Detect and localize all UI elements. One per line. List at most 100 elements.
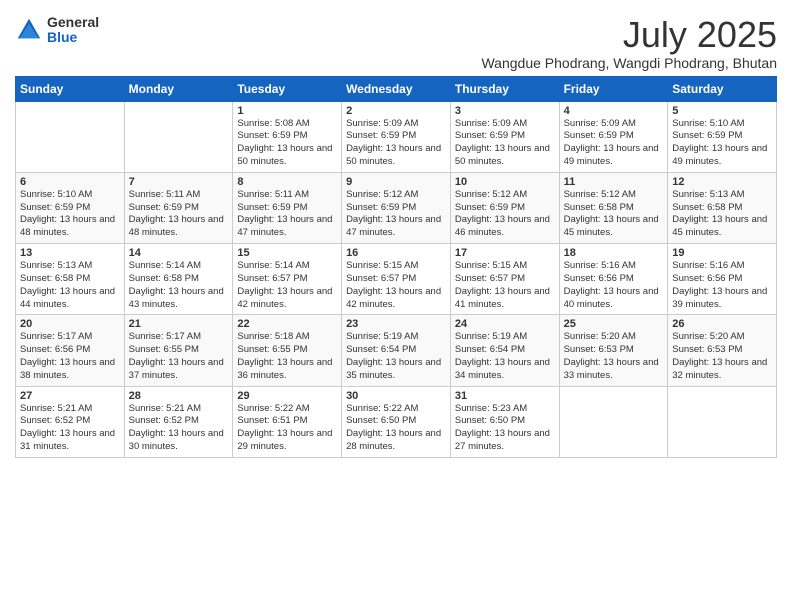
day-number: 7 (129, 176, 229, 188)
calendar-day-cell: 26Sunrise: 5:20 AM Sunset: 6:53 PM Dayli… (668, 315, 777, 386)
calendar-week-row: 6Sunrise: 5:10 AM Sunset: 6:59 PM Daylig… (16, 172, 777, 243)
page-header: General Blue July 2025 Wangdue Phodrang,… (15, 15, 777, 71)
day-info: Sunrise: 5:15 AM Sunset: 6:57 PM Dayligh… (455, 260, 555, 311)
calendar-day-cell (124, 101, 233, 172)
day-number: 9 (346, 176, 446, 188)
day-info: Sunrise: 5:22 AM Sunset: 6:51 PM Dayligh… (237, 403, 337, 454)
logo-icon (15, 16, 43, 44)
calendar-day-cell: 20Sunrise: 5:17 AM Sunset: 6:56 PM Dayli… (16, 315, 125, 386)
logo: General Blue (15, 15, 99, 46)
calendar-day-cell: 11Sunrise: 5:12 AM Sunset: 6:58 PM Dayli… (559, 172, 668, 243)
day-number: 18 (564, 247, 664, 259)
day-info: Sunrise: 5:19 AM Sunset: 6:54 PM Dayligh… (455, 331, 555, 382)
day-of-week-header: Sunday (16, 76, 125, 101)
calendar-week-row: 20Sunrise: 5:17 AM Sunset: 6:56 PM Dayli… (16, 315, 777, 386)
day-info: Sunrise: 5:20 AM Sunset: 6:53 PM Dayligh… (672, 331, 772, 382)
calendar-day-cell: 21Sunrise: 5:17 AM Sunset: 6:55 PM Dayli… (124, 315, 233, 386)
calendar-day-cell: 7Sunrise: 5:11 AM Sunset: 6:59 PM Daylig… (124, 172, 233, 243)
calendar-day-cell (16, 101, 125, 172)
calendar-week-row: 27Sunrise: 5:21 AM Sunset: 6:52 PM Dayli… (16, 386, 777, 457)
calendar-day-cell: 28Sunrise: 5:21 AM Sunset: 6:52 PM Dayli… (124, 386, 233, 457)
day-number: 26 (672, 318, 772, 330)
day-info: Sunrise: 5:09 AM Sunset: 6:59 PM Dayligh… (346, 118, 446, 169)
day-info: Sunrise: 5:17 AM Sunset: 6:56 PM Dayligh… (20, 331, 120, 382)
day-number: 2 (346, 105, 446, 117)
calendar-day-cell: 14Sunrise: 5:14 AM Sunset: 6:58 PM Dayli… (124, 244, 233, 315)
day-of-week-header: Thursday (450, 76, 559, 101)
day-number: 3 (455, 105, 555, 117)
day-number: 27 (20, 390, 120, 402)
calendar-week-row: 1Sunrise: 5:08 AM Sunset: 6:59 PM Daylig… (16, 101, 777, 172)
calendar-day-cell: 17Sunrise: 5:15 AM Sunset: 6:57 PM Dayli… (450, 244, 559, 315)
day-info: Sunrise: 5:13 AM Sunset: 6:58 PM Dayligh… (672, 189, 772, 240)
day-info: Sunrise: 5:12 AM Sunset: 6:59 PM Dayligh… (346, 189, 446, 240)
calendar-day-cell: 18Sunrise: 5:16 AM Sunset: 6:56 PM Dayli… (559, 244, 668, 315)
calendar-day-cell: 19Sunrise: 5:16 AM Sunset: 6:56 PM Dayli… (668, 244, 777, 315)
day-info: Sunrise: 5:11 AM Sunset: 6:59 PM Dayligh… (237, 189, 337, 240)
day-number: 10 (455, 176, 555, 188)
day-number: 29 (237, 390, 337, 402)
day-info: Sunrise: 5:16 AM Sunset: 6:56 PM Dayligh… (564, 260, 664, 311)
calendar-day-cell: 23Sunrise: 5:19 AM Sunset: 6:54 PM Dayli… (342, 315, 451, 386)
day-info: Sunrise: 5:16 AM Sunset: 6:56 PM Dayligh… (672, 260, 772, 311)
day-info: Sunrise: 5:22 AM Sunset: 6:50 PM Dayligh… (346, 403, 446, 454)
day-number: 22 (237, 318, 337, 330)
month-year-title: July 2025 (481, 15, 777, 55)
calendar-day-cell: 8Sunrise: 5:11 AM Sunset: 6:59 PM Daylig… (233, 172, 342, 243)
day-of-week-header: Friday (559, 76, 668, 101)
calendar-table: SundayMondayTuesdayWednesdayThursdayFrid… (15, 76, 777, 458)
day-number: 5 (672, 105, 772, 117)
day-info: Sunrise: 5:21 AM Sunset: 6:52 PM Dayligh… (20, 403, 120, 454)
calendar-day-cell: 22Sunrise: 5:18 AM Sunset: 6:55 PM Dayli… (233, 315, 342, 386)
day-number: 4 (564, 105, 664, 117)
calendar-day-cell: 15Sunrise: 5:14 AM Sunset: 6:57 PM Dayli… (233, 244, 342, 315)
day-number: 21 (129, 318, 229, 330)
day-number: 11 (564, 176, 664, 188)
calendar-week-row: 13Sunrise: 5:13 AM Sunset: 6:58 PM Dayli… (16, 244, 777, 315)
day-number: 8 (237, 176, 337, 188)
day-of-week-header: Saturday (668, 76, 777, 101)
day-info: Sunrise: 5:23 AM Sunset: 6:50 PM Dayligh… (455, 403, 555, 454)
day-number: 12 (672, 176, 772, 188)
title-block: July 2025 Wangdue Phodrang, Wangdi Phodr… (481, 15, 777, 71)
calendar-day-cell: 10Sunrise: 5:12 AM Sunset: 6:59 PM Dayli… (450, 172, 559, 243)
logo-general-text: General (47, 15, 99, 30)
day-info: Sunrise: 5:10 AM Sunset: 6:59 PM Dayligh… (672, 118, 772, 169)
calendar-day-cell: 13Sunrise: 5:13 AM Sunset: 6:58 PM Dayli… (16, 244, 125, 315)
logo-text: General Blue (47, 15, 99, 46)
day-info: Sunrise: 5:09 AM Sunset: 6:59 PM Dayligh… (564, 118, 664, 169)
day-info: Sunrise: 5:12 AM Sunset: 6:59 PM Dayligh… (455, 189, 555, 240)
day-info: Sunrise: 5:15 AM Sunset: 6:57 PM Dayligh… (346, 260, 446, 311)
calendar-day-cell (668, 386, 777, 457)
day-info: Sunrise: 5:11 AM Sunset: 6:59 PM Dayligh… (129, 189, 229, 240)
calendar-day-cell: 9Sunrise: 5:12 AM Sunset: 6:59 PM Daylig… (342, 172, 451, 243)
calendar-day-cell: 31Sunrise: 5:23 AM Sunset: 6:50 PM Dayli… (450, 386, 559, 457)
calendar-day-cell: 16Sunrise: 5:15 AM Sunset: 6:57 PM Dayli… (342, 244, 451, 315)
day-info: Sunrise: 5:14 AM Sunset: 6:57 PM Dayligh… (237, 260, 337, 311)
calendar-day-cell: 30Sunrise: 5:22 AM Sunset: 6:50 PM Dayli… (342, 386, 451, 457)
day-info: Sunrise: 5:18 AM Sunset: 6:55 PM Dayligh… (237, 331, 337, 382)
day-info: Sunrise: 5:13 AM Sunset: 6:58 PM Dayligh… (20, 260, 120, 311)
location-subtitle: Wangdue Phodrang, Wangdi Phodrang, Bhuta… (481, 55, 777, 71)
day-number: 24 (455, 318, 555, 330)
calendar-day-cell: 4Sunrise: 5:09 AM Sunset: 6:59 PM Daylig… (559, 101, 668, 172)
day-number: 28 (129, 390, 229, 402)
calendar-day-cell: 12Sunrise: 5:13 AM Sunset: 6:58 PM Dayli… (668, 172, 777, 243)
logo-blue-text: Blue (47, 30, 99, 45)
day-number: 20 (20, 318, 120, 330)
calendar-day-cell: 1Sunrise: 5:08 AM Sunset: 6:59 PM Daylig… (233, 101, 342, 172)
calendar-day-cell: 29Sunrise: 5:22 AM Sunset: 6:51 PM Dayli… (233, 386, 342, 457)
day-info: Sunrise: 5:09 AM Sunset: 6:59 PM Dayligh… (455, 118, 555, 169)
calendar-day-cell: 5Sunrise: 5:10 AM Sunset: 6:59 PM Daylig… (668, 101, 777, 172)
day-number: 15 (237, 247, 337, 259)
day-info: Sunrise: 5:14 AM Sunset: 6:58 PM Dayligh… (129, 260, 229, 311)
calendar-day-cell (559, 386, 668, 457)
day-number: 31 (455, 390, 555, 402)
calendar-header-row: SundayMondayTuesdayWednesdayThursdayFrid… (16, 76, 777, 101)
day-number: 23 (346, 318, 446, 330)
day-number: 17 (455, 247, 555, 259)
calendar-day-cell: 25Sunrise: 5:20 AM Sunset: 6:53 PM Dayli… (559, 315, 668, 386)
day-info: Sunrise: 5:10 AM Sunset: 6:59 PM Dayligh… (20, 189, 120, 240)
calendar-day-cell: 27Sunrise: 5:21 AM Sunset: 6:52 PM Dayli… (16, 386, 125, 457)
calendar-day-cell: 3Sunrise: 5:09 AM Sunset: 6:59 PM Daylig… (450, 101, 559, 172)
